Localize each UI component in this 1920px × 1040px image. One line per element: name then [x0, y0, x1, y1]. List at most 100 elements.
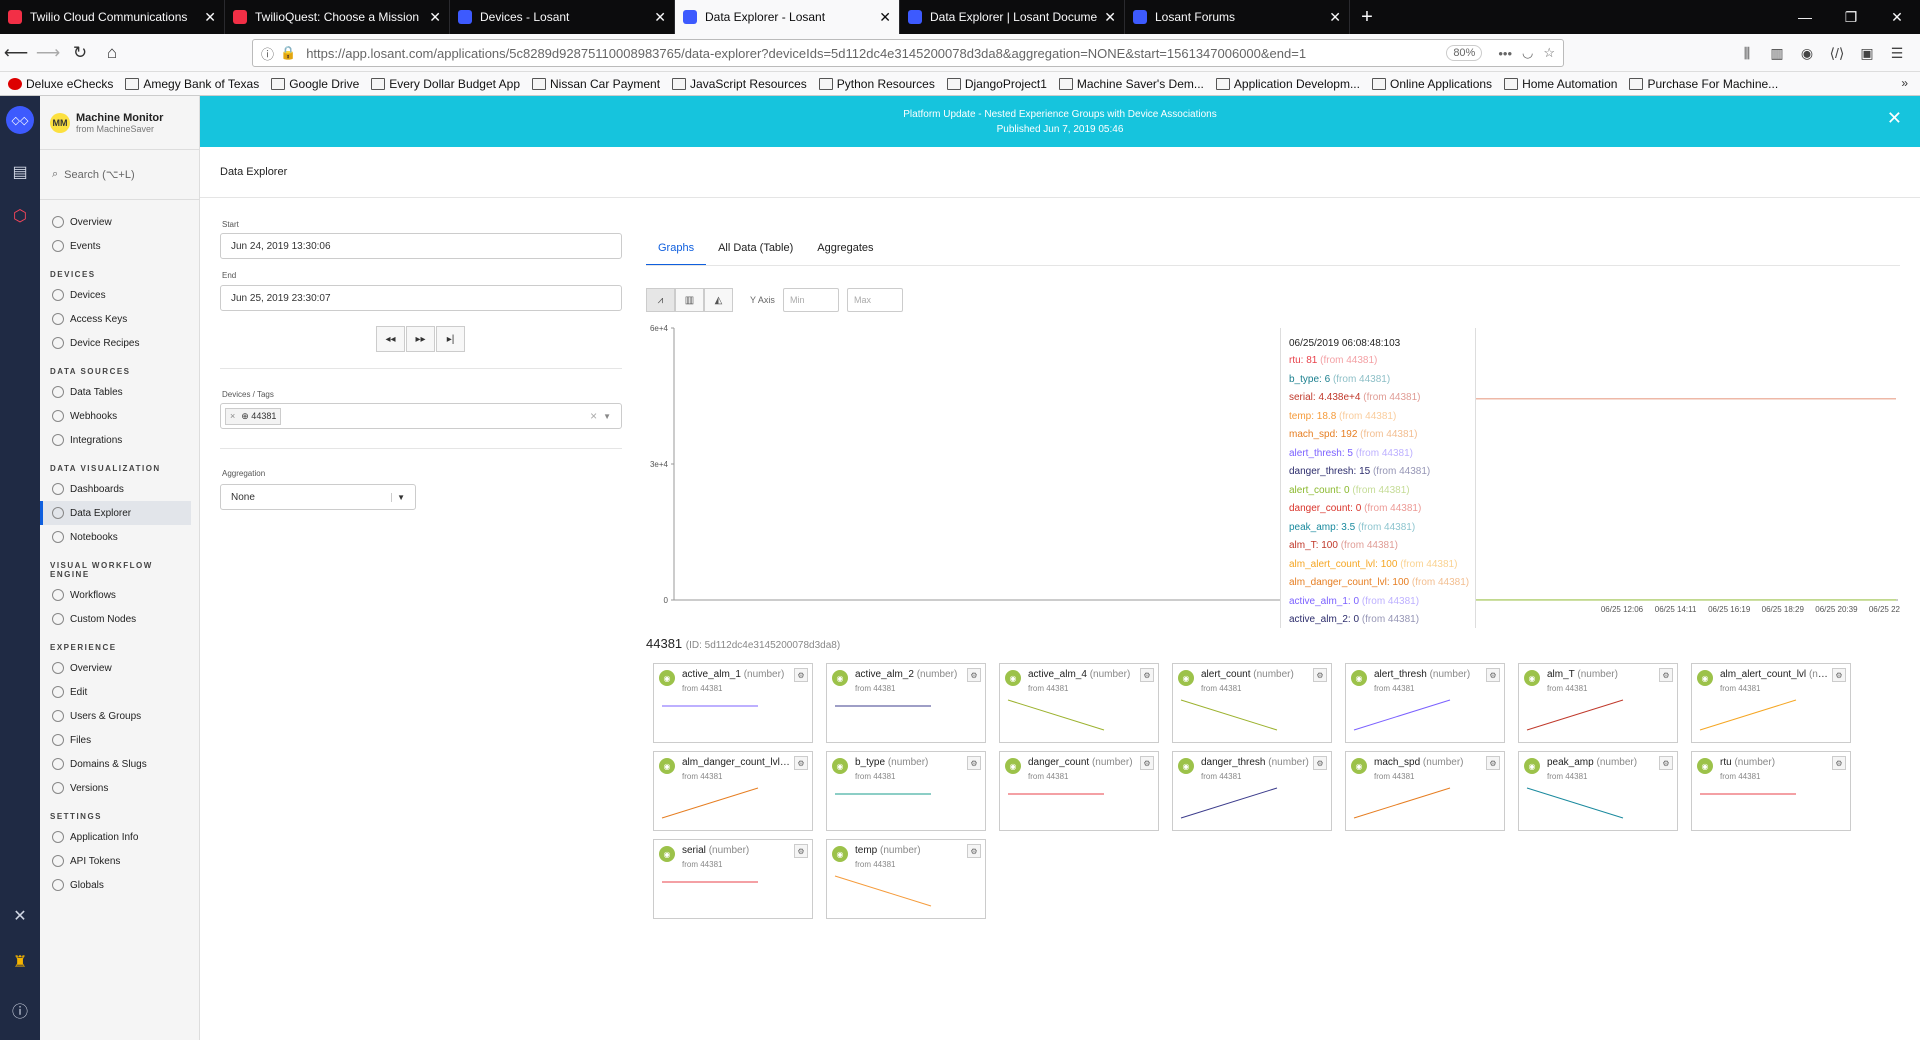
sidebar-item-api-tokens[interactable]: API Tokens — [40, 849, 199, 873]
sidebar-item-domains-slugs[interactable]: Domains & Slugs — [40, 752, 199, 776]
rewind-button[interactable]: ◂◂ — [376, 326, 405, 352]
eye-icon[interactable]: ◉ — [1524, 758, 1540, 774]
gear-icon[interactable]: ⚙ — [794, 756, 808, 770]
bookmark-item[interactable]: Machine Saver's Dem... — [1058, 77, 1204, 91]
gear-icon[interactable]: ⚙ — [1832, 668, 1846, 682]
new-tab-button[interactable]: + — [1350, 0, 1384, 34]
eye-icon[interactable]: ◉ — [1524, 670, 1540, 686]
browser-tab[interactable]: Data Explorer - Losant ✕ — [675, 0, 900, 34]
skip-end-button[interactable]: ▸| — [436, 326, 465, 352]
info-icon[interactable]: ⓘ — [261, 44, 274, 63]
sidebar-item-integrations[interactable]: Integrations — [40, 428, 199, 452]
gear-icon[interactable]: ⚙ — [1140, 668, 1154, 682]
losant-logo-icon[interactable]: ◇◇ — [6, 106, 34, 134]
attribute-card[interactable]: ◉ active_alm_2 (number) from 44381 ⚙ — [826, 663, 986, 743]
sidebar-item-device-recipes[interactable]: Device Recipes — [40, 331, 199, 355]
sidebar-item-versions[interactable]: Versions — [40, 776, 199, 800]
zoom-level[interactable]: 80% — [1446, 45, 1483, 61]
chevron-down-icon[interactable]: ▼ — [603, 412, 611, 421]
restore-icon[interactable]: ❐ — [1828, 0, 1874, 34]
attribute-card[interactable]: ◉ danger_count (number) from 44381 ⚙ — [999, 751, 1159, 831]
tab-all-data-table[interactable]: All Data (Table) — [706, 236, 805, 266]
eye-icon[interactable]: ◉ — [1178, 670, 1194, 686]
url-bar[interactable]: ⓘ 🔒 https://app.losant.com/applications/… — [252, 39, 1564, 67]
bookmark-star-icon[interactable]: ☆ — [1543, 45, 1555, 61]
browser-tab[interactable]: Data Explorer | Losant Documentation ✕ — [900, 0, 1125, 34]
attribute-card[interactable]: ◉ temp (number) from 44381 ⚙ — [826, 839, 986, 919]
y-min-input[interactable]: Min — [783, 288, 839, 312]
eye-icon[interactable]: ◉ — [832, 670, 848, 686]
devices-tags-select[interactable]: × ⊕ 44381 × ▼ — [220, 403, 622, 429]
sidebar-item-data-tables[interactable]: Data Tables — [40, 380, 199, 404]
attribute-card[interactable]: ◉ active_alm_4 (number) from 44381 ⚙ — [999, 663, 1159, 743]
browser-tab[interactable]: Devices - Losant ✕ — [450, 0, 675, 34]
eye-icon[interactable]: ◉ — [1351, 670, 1367, 686]
eye-icon[interactable]: ◉ — [832, 758, 848, 774]
dashboard-icon[interactable]: ▤ — [6, 158, 34, 186]
attribute-card[interactable]: ◉ peak_amp (number) from 44381 ⚙ — [1518, 751, 1678, 831]
bookmark-item[interactable]: Every Dollar Budget App — [371, 77, 520, 91]
attribute-card[interactable]: ◉ alert_thresh (number) from 44381 ⚙ — [1345, 663, 1505, 743]
reload-icon[interactable]: ↻ — [64, 38, 96, 68]
attribute-card[interactable]: ◉ serial (number) from 44381 ⚙ — [653, 839, 813, 919]
close-tab-icon[interactable]: ✕ — [204, 9, 216, 26]
bookmark-item[interactable]: Python Resources — [818, 77, 935, 91]
bookmark-item[interactable]: Amegy Bank of Texas — [125, 77, 259, 91]
sidebar-search[interactable]: ⌕ Search (⌥+L) — [40, 150, 199, 200]
extension-icon[interactable]: ▣ — [1852, 38, 1882, 68]
area-chart-button[interactable]: ◭ — [704, 288, 733, 312]
browser-tab[interactable]: Losant Forums ✕ — [1125, 0, 1350, 34]
gear-icon[interactable]: ⚙ — [1313, 668, 1327, 682]
gear-icon[interactable]: ⚙ — [1486, 668, 1500, 682]
eye-icon[interactable]: ◉ — [659, 846, 675, 862]
sidebar-item-globals[interactable]: Globals — [40, 873, 199, 897]
close-icon[interactable]: ✕ — [1887, 109, 1902, 127]
gear-icon[interactable]: ⚙ — [794, 844, 808, 858]
attribute-card[interactable]: ◉ b_type (number) from 44381 ⚙ — [826, 751, 986, 831]
attribute-card[interactable]: ◉ alm_danger_count_lvl (number) from 44381… — [653, 751, 813, 831]
close-window-icon[interactable]: ✕ — [1874, 0, 1920, 34]
more-icon[interactable]: ••• — [1498, 46, 1512, 61]
gear-icon[interactable]: ⚙ — [1659, 668, 1673, 682]
bookmark-item[interactable]: Google Drive — [271, 77, 359, 91]
sidebar-item-access-keys[interactable]: Access Keys — [40, 307, 199, 331]
close-tab-icon[interactable]: ✕ — [654, 9, 666, 26]
application-icon[interactable]: ⬡ — [6, 202, 34, 230]
eye-icon[interactable]: ◉ — [1005, 758, 1021, 774]
bookmark-item[interactable]: Nissan Car Payment — [532, 77, 660, 91]
sidebar-item-overview[interactable]: Overview — [40, 656, 199, 680]
eye-icon[interactable]: ◉ — [659, 758, 675, 774]
browser-tab[interactable]: Twilio Cloud Communications ✕ — [0, 0, 225, 34]
close-tab-icon[interactable]: ✕ — [879, 9, 891, 26]
bookmark-item[interactable]: DjangoProject1 — [946, 77, 1047, 91]
attribute-card[interactable]: ◉ danger_thresh (number) from 44381 ⚙ — [1172, 751, 1332, 831]
eye-icon[interactable]: ◉ — [1351, 758, 1367, 774]
line-chart-button[interactable]: ⩘ — [646, 288, 675, 312]
bar-chart-button[interactable]: ▥ — [675, 288, 704, 312]
user-badge-icon[interactable]: ♜ — [6, 948, 34, 976]
sidebar-item-events[interactable]: Events — [40, 234, 199, 258]
attribute-card[interactable]: ◉ mach_spd (number) from 44381 ⚙ — [1345, 751, 1505, 831]
account-icon[interactable]: ◉ — [1792, 38, 1822, 68]
library-icon[interactable]: ⫼ — [1732, 38, 1762, 68]
gear-icon[interactable]: ⚙ — [1313, 756, 1327, 770]
bookmark-item[interactable]: Purchase For Machine... — [1629, 77, 1778, 91]
sidebar-item-custom-nodes[interactable]: Custom Nodes — [40, 607, 199, 631]
bookmark-item[interactable]: Home Automation — [1504, 77, 1617, 91]
back-icon[interactable]: ⟵ — [0, 38, 32, 68]
app-header[interactable]: MM Machine Monitor from MachineSaver — [40, 96, 199, 150]
attribute-card[interactable]: ◉ rtu (number) from 44381 ⚙ — [1691, 751, 1851, 831]
sidebar-item-devices[interactable]: Devices — [40, 283, 199, 307]
sidebar-item-data-explorer[interactable]: Data Explorer — [40, 501, 191, 525]
close-tab-icon[interactable]: ✕ — [1329, 9, 1341, 26]
minimize-icon[interactable]: — — [1782, 0, 1828, 34]
start-date-input[interactable]: Jun 24, 2019 13:30:06 — [220, 233, 622, 259]
attribute-card[interactable]: ◉ alert_count (number) from 44381 ⚙ — [1172, 663, 1332, 743]
gear-icon[interactable]: ⚙ — [967, 668, 981, 682]
eye-icon[interactable]: ◉ — [1178, 758, 1194, 774]
attribute-card[interactable]: ◉ alm_T (number) from 44381 ⚙ — [1518, 663, 1678, 743]
devtools-icon[interactable]: ⟨/⟩ — [1822, 38, 1852, 68]
gear-icon[interactable]: ⚙ — [1140, 756, 1154, 770]
clear-icon[interactable]: × — [590, 409, 597, 423]
eye-icon[interactable]: ◉ — [832, 846, 848, 862]
